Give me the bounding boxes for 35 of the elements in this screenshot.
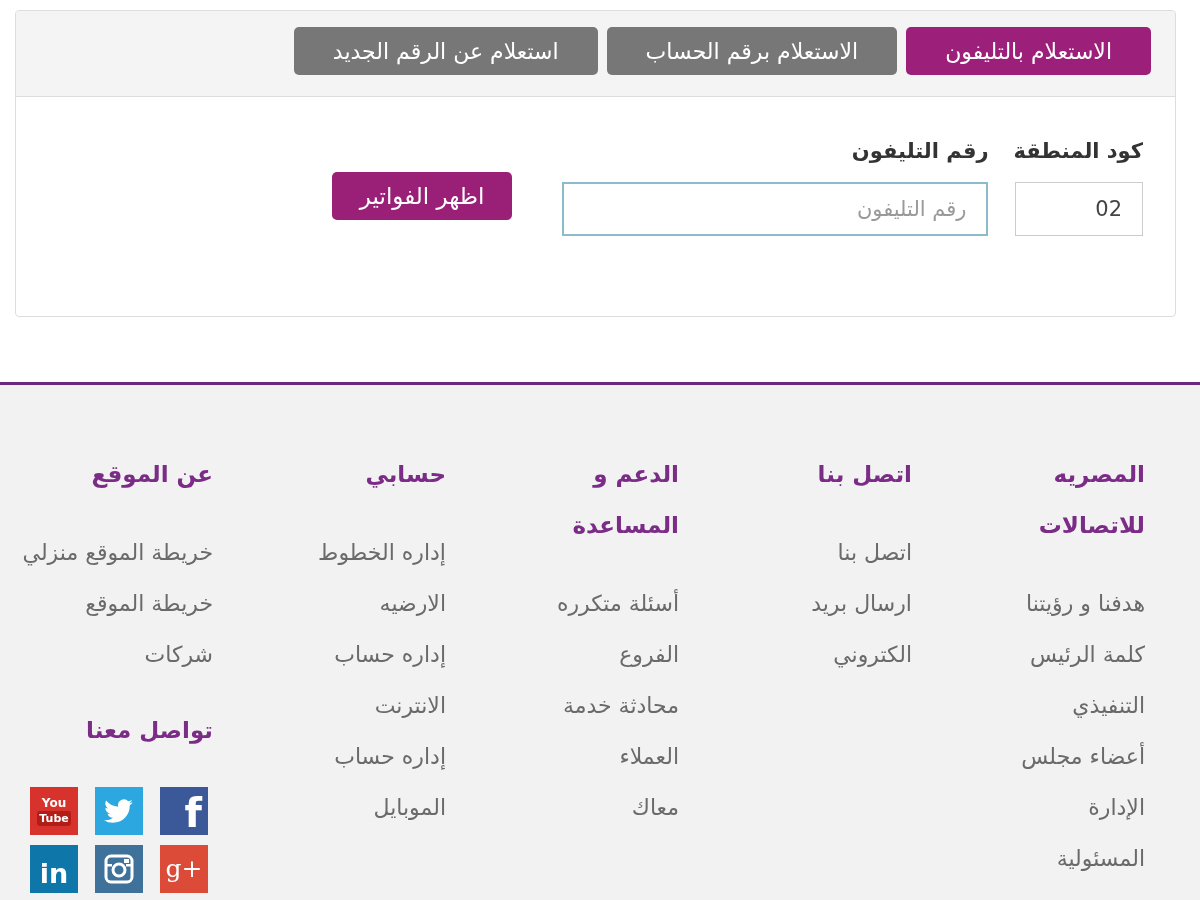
footer-link[interactable]: خريطة الموقع منزلي (22, 527, 213, 578)
footer-link[interactable]: معاك (631, 782, 679, 833)
footer-heading: عن الموقع (91, 460, 213, 490)
input-field[interactable]: 02 (1015, 182, 1143, 236)
field-label: كود المنطقة (1013, 138, 1143, 165)
facebook-icon[interactable]: f (160, 787, 208, 835)
footer-link[interactable]: إداره حساب الموبايل (334, 731, 446, 833)
tab[interactable]: الاستعلام برقم الحساب (606, 27, 898, 75)
footer-link[interactable]: هدفنا و رؤيتنا (1026, 578, 1145, 629)
footer-heading: اتصل بنا (817, 460, 912, 489)
instagram-icon[interactable] (95, 845, 143, 893)
twitter-icon[interactable] (95, 787, 143, 835)
footer-link[interactable]: الفروع (619, 629, 679, 680)
footer-link[interactable]: إداره حساب الانترنت (334, 629, 446, 731)
footer-link[interactable]: المسئولية (1056, 833, 1145, 884)
youtube-icon[interactable]: You Tube (30, 787, 78, 835)
footer-heading: المصريه للاتصالات (1038, 460, 1145, 540)
tab[interactable]: استعلام عن الرقم الجديد (293, 27, 598, 75)
submit-button[interactable]: اظهر الفواتير (331, 172, 513, 220)
footer-link[interactable]: أسئلة متكرره (556, 578, 679, 629)
google-plus-icon[interactable]: g+ (160, 845, 208, 893)
footer-heading: الدعم و المساعدة (572, 460, 679, 540)
footer-link[interactable]: كلمة الرئيس التنفيذي (1029, 629, 1145, 731)
footer-link[interactable]: اتصل بنا (837, 527, 912, 578)
footer-heading: تواصل معنا (86, 716, 213, 746)
footer-link[interactable]: محادثة خدمة العملاء (562, 680, 679, 782)
tab[interactable]: الاستعلام بالتليفون (906, 27, 1151, 75)
linkedin-icon[interactable]: in (30, 845, 78, 893)
footer-link[interactable]: أعضاء مجلس الإدارة (1021, 731, 1145, 833)
input-field[interactable]: رقم التليفون (562, 182, 989, 236)
footer-link[interactable]: إداره الخطوط الارضيه (318, 527, 446, 629)
field-label: رقم التليفون (851, 138, 989, 165)
footer-link[interactable]: خريطة الموقع شركات (85, 578, 213, 680)
footer-link[interactable]: ارسال بريد الكتروني (811, 578, 912, 680)
footer-heading: حسابي (365, 460, 446, 490)
